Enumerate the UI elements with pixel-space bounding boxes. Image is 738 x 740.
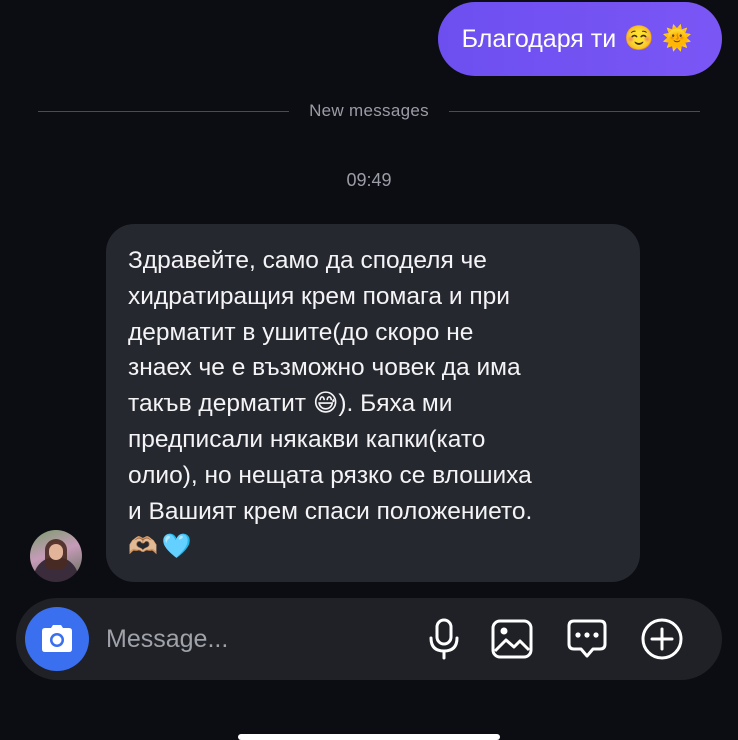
gallery-icon [491, 619, 533, 659]
sender-avatar[interactable] [30, 530, 82, 582]
new-messages-label: New messages [309, 101, 429, 120]
add-icon [641, 618, 683, 660]
sent-message-bubble[interactable]: Благодаря ти ☺️ 🌞 [437, 2, 722, 76]
sticker-button[interactable] [565, 617, 609, 661]
home-indicator [238, 734, 500, 740]
camera-icon [42, 625, 72, 652]
received-message-text: Здравейте, само да споделя че хидратиращ… [128, 247, 533, 525]
divider-line-right [448, 110, 700, 112]
sun-emoji: 🌞 [662, 25, 692, 52]
microphone-icon [429, 618, 459, 660]
add-button[interactable] [640, 617, 684, 661]
avatar-face [49, 544, 63, 560]
message-input[interactable]: Message... [106, 598, 228, 680]
camera-button[interactable] [25, 607, 89, 671]
smiling-emoji: ☺️ [624, 25, 655, 52]
sent-message-text: Благодаря ти [461, 24, 617, 53]
received-message-bubble[interactable]: Здравейте, само да споделя че хидратиращ… [106, 224, 640, 582]
gallery-button[interactable] [490, 617, 534, 661]
sticker-icon [567, 619, 607, 658]
microphone-button[interactable] [422, 617, 466, 661]
new-messages-divider: New messages [38, 98, 700, 124]
heart-hands-emoji: 🫶🏼 [128, 533, 158, 561]
message-timestamp: 09:49 [346, 170, 392, 190]
divider-line-left [38, 110, 290, 112]
received-message-emojis: 🫶🏼 🩵 [128, 529, 618, 565]
message-composer: Message... [16, 598, 722, 680]
light-blue-heart-emoji: 🩵 [161, 533, 192, 561]
